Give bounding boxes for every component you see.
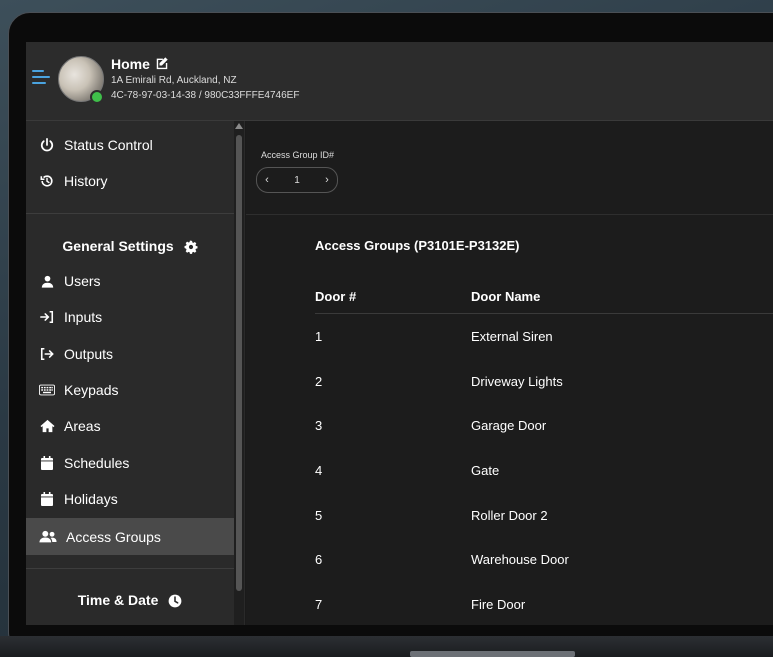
site-address: 1A Emirali Rd, Auckland, NZ: [111, 75, 237, 86]
header-bar: Home 1A Emirali Rd, Auckland, NZ 4C-78-9…: [26, 42, 773, 121]
column-header-door-name: Door Name: [471, 289, 541, 304]
sidebar-divider: [26, 213, 234, 214]
table-title: Access Groups (P3101E-P3132E): [315, 238, 520, 253]
scroll-thumb[interactable]: [236, 135, 242, 591]
calendar-icon: [38, 454, 56, 472]
sidebar-item-label: Outputs: [64, 346, 114, 362]
online-status-dot: [90, 90, 104, 104]
sidebar-divider: [26, 568, 234, 569]
general-settings-label: General Settings: [62, 238, 174, 254]
device-id: 4C-78-97-03-14-38 / 980C33FFFE4746EF: [111, 90, 300, 101]
users-icon: [38, 528, 58, 546]
power-icon: [38, 136, 56, 154]
sidebar-item-holidays[interactable]: Holidays: [26, 484, 234, 514]
history-icon: [38, 172, 56, 190]
home-icon: [38, 417, 56, 435]
door-name[interactable]: Garage Door: [471, 418, 546, 433]
door-name[interactable]: Warehouse Door: [471, 552, 569, 567]
sidebar-item-users[interactable]: Users: [26, 266, 234, 296]
door-number: 2: [315, 374, 323, 389]
keyboard-icon: [38, 381, 56, 399]
access-group-stepper: ‹ 1 ›: [256, 167, 338, 193]
sidebar-item-outputs[interactable]: Outputs: [26, 339, 234, 369]
access-group-selector: Access Group ID# ‹ 1 ›: [246, 121, 773, 215]
door-number: 1: [315, 329, 323, 344]
access-group-id-value: 1: [294, 174, 300, 186]
sidebar-item-label: History: [64, 173, 108, 189]
general-settings-title: General Settings: [26, 238, 234, 255]
sidebar-item-label: Inputs: [64, 309, 103, 325]
sidebar-item-keypads[interactable]: Keypads: [26, 375, 234, 405]
edit-icon[interactable]: [155, 56, 169, 70]
door-number: 6: [315, 552, 323, 567]
door-number: 4: [315, 463, 323, 478]
door-name[interactable]: Driveway Lights: [471, 374, 563, 389]
main-content: Access Group ID# ‹ 1 › Access Groups (P3…: [246, 121, 773, 625]
door-name[interactable]: Fire Door: [471, 597, 525, 612]
sidebar-item-label: Keypads: [64, 382, 119, 398]
sidebar-item-label: Access Groups: [66, 528, 161, 545]
column-header-door-number: Door #: [315, 289, 357, 304]
user-icon: [38, 272, 56, 290]
hamburger-menu-icon[interactable]: [32, 70, 50, 88]
header-divider: [315, 313, 773, 314]
sidebar-item-label: Status Control: [64, 137, 153, 153]
sidebar-item-label: Users: [64, 273, 101, 289]
scroll-up-icon[interactable]: [235, 123, 243, 129]
door-number: 5: [315, 508, 323, 523]
door-number: 3: [315, 418, 323, 433]
sidebar-item-areas[interactable]: Areas: [26, 411, 234, 441]
sidebar-item-status-control[interactable]: Status Control: [26, 130, 234, 160]
door-number: 7: [315, 597, 323, 612]
time-date-label: Time & Date: [77, 592, 159, 608]
input-icon: [38, 308, 56, 326]
sidebar-item-label: Holidays: [64, 491, 118, 507]
sidebar-item-history[interactable]: History: [26, 166, 234, 196]
sidebar-item-schedules[interactable]: Schedules: [26, 448, 234, 478]
output-icon: [38, 345, 56, 363]
sidebar: Status Control History General Settings …: [26, 121, 245, 625]
laptop-hinge: [410, 651, 575, 657]
site-title: Home: [111, 56, 150, 72]
chevron-left-icon[interactable]: ‹: [257, 174, 277, 186]
sidebar-item-access-groups[interactable]: Access Groups: [26, 518, 234, 555]
chevron-right-icon[interactable]: ›: [317, 174, 337, 186]
gear-icon: [184, 240, 198, 255]
door-name[interactable]: Roller Door 2: [471, 508, 548, 523]
access-group-id-label: Access Group ID#: [261, 150, 335, 160]
time-date-title: Time & Date: [26, 592, 234, 608]
calendar-icon: [38, 490, 56, 508]
sidebar-item-label: Schedules: [64, 455, 130, 471]
sidebar-item-inputs[interactable]: Inputs: [26, 302, 234, 332]
laptop-base: [0, 636, 773, 657]
clock-icon: [168, 594, 182, 608]
door-name[interactable]: Gate: [471, 463, 499, 478]
sidebar-scrollbar[interactable]: [234, 121, 244, 625]
sidebar-item-label: Areas: [64, 418, 101, 434]
app-screen: Home 1A Emirali Rd, Auckland, NZ 4C-78-9…: [26, 42, 773, 625]
door-name[interactable]: External Siren: [471, 329, 553, 344]
